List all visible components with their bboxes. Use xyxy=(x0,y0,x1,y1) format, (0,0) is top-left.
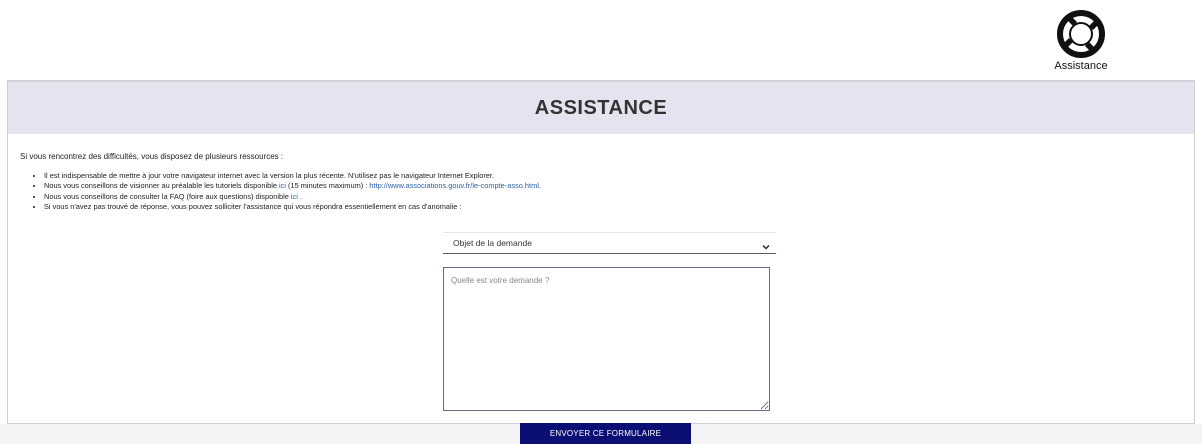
assistance-panel: ASSISTANCE Si vous rencontrez des diffic… xyxy=(7,80,1195,424)
list-item: Nous vous conseillons de consulter la FA… xyxy=(44,192,541,202)
panel-header: ASSISTANCE xyxy=(8,82,1194,134)
bullet-text: Nous vous conseillons de consulter la FA… xyxy=(44,191,291,201)
list-item: Il est indispensable de mettre à jour vo… xyxy=(44,171,541,181)
bullet-text: . xyxy=(538,181,541,191)
list-item: Si vous n'avez pas trouvé de réponse, vo… xyxy=(44,202,541,212)
request-subject-select[interactable]: Objet de la demande xyxy=(443,232,776,254)
select-value: Objet de la demande xyxy=(453,238,532,248)
submit-form-button[interactable]: ENVOYER CE FORMULAIRE xyxy=(520,423,691,444)
list-item: Nous vous conseillons de visionner au pr… xyxy=(44,181,541,191)
intro-text: Si vous rencontrez des difficultés, vous… xyxy=(20,152,284,161)
bullet-text: . xyxy=(297,191,302,201)
resources-list: Il est indispensable de mettre à jour vo… xyxy=(32,171,541,212)
page: Assistance ASSISTANCE Si vous rencontrez… xyxy=(0,0,1202,444)
lifebuoy-icon xyxy=(1042,9,1120,59)
page-title: ASSISTANCE xyxy=(534,96,668,119)
bullet-text: Nous vous conseillons de visionner au pr… xyxy=(44,181,279,191)
bullet-text: (15 minutes maximum) : xyxy=(285,181,370,191)
assistance-label: Assistance xyxy=(1054,60,1108,72)
assistance-widget[interactable]: Assistance xyxy=(1042,9,1120,81)
request-textarea[interactable] xyxy=(443,267,770,411)
compte-asso-link[interactable]: http://www.associations.gouv.fr/le-compt… xyxy=(369,181,539,190)
faq-link[interactable]: ici xyxy=(291,192,298,201)
tutorials-link[interactable]: ici xyxy=(279,181,286,190)
chevron-down-icon xyxy=(762,238,770,250)
bullet-text: Si vous n'avez pas trouvé de réponse, vo… xyxy=(44,201,462,211)
bullet-text: Il est indispensable de mettre à jour vo… xyxy=(44,171,495,180)
